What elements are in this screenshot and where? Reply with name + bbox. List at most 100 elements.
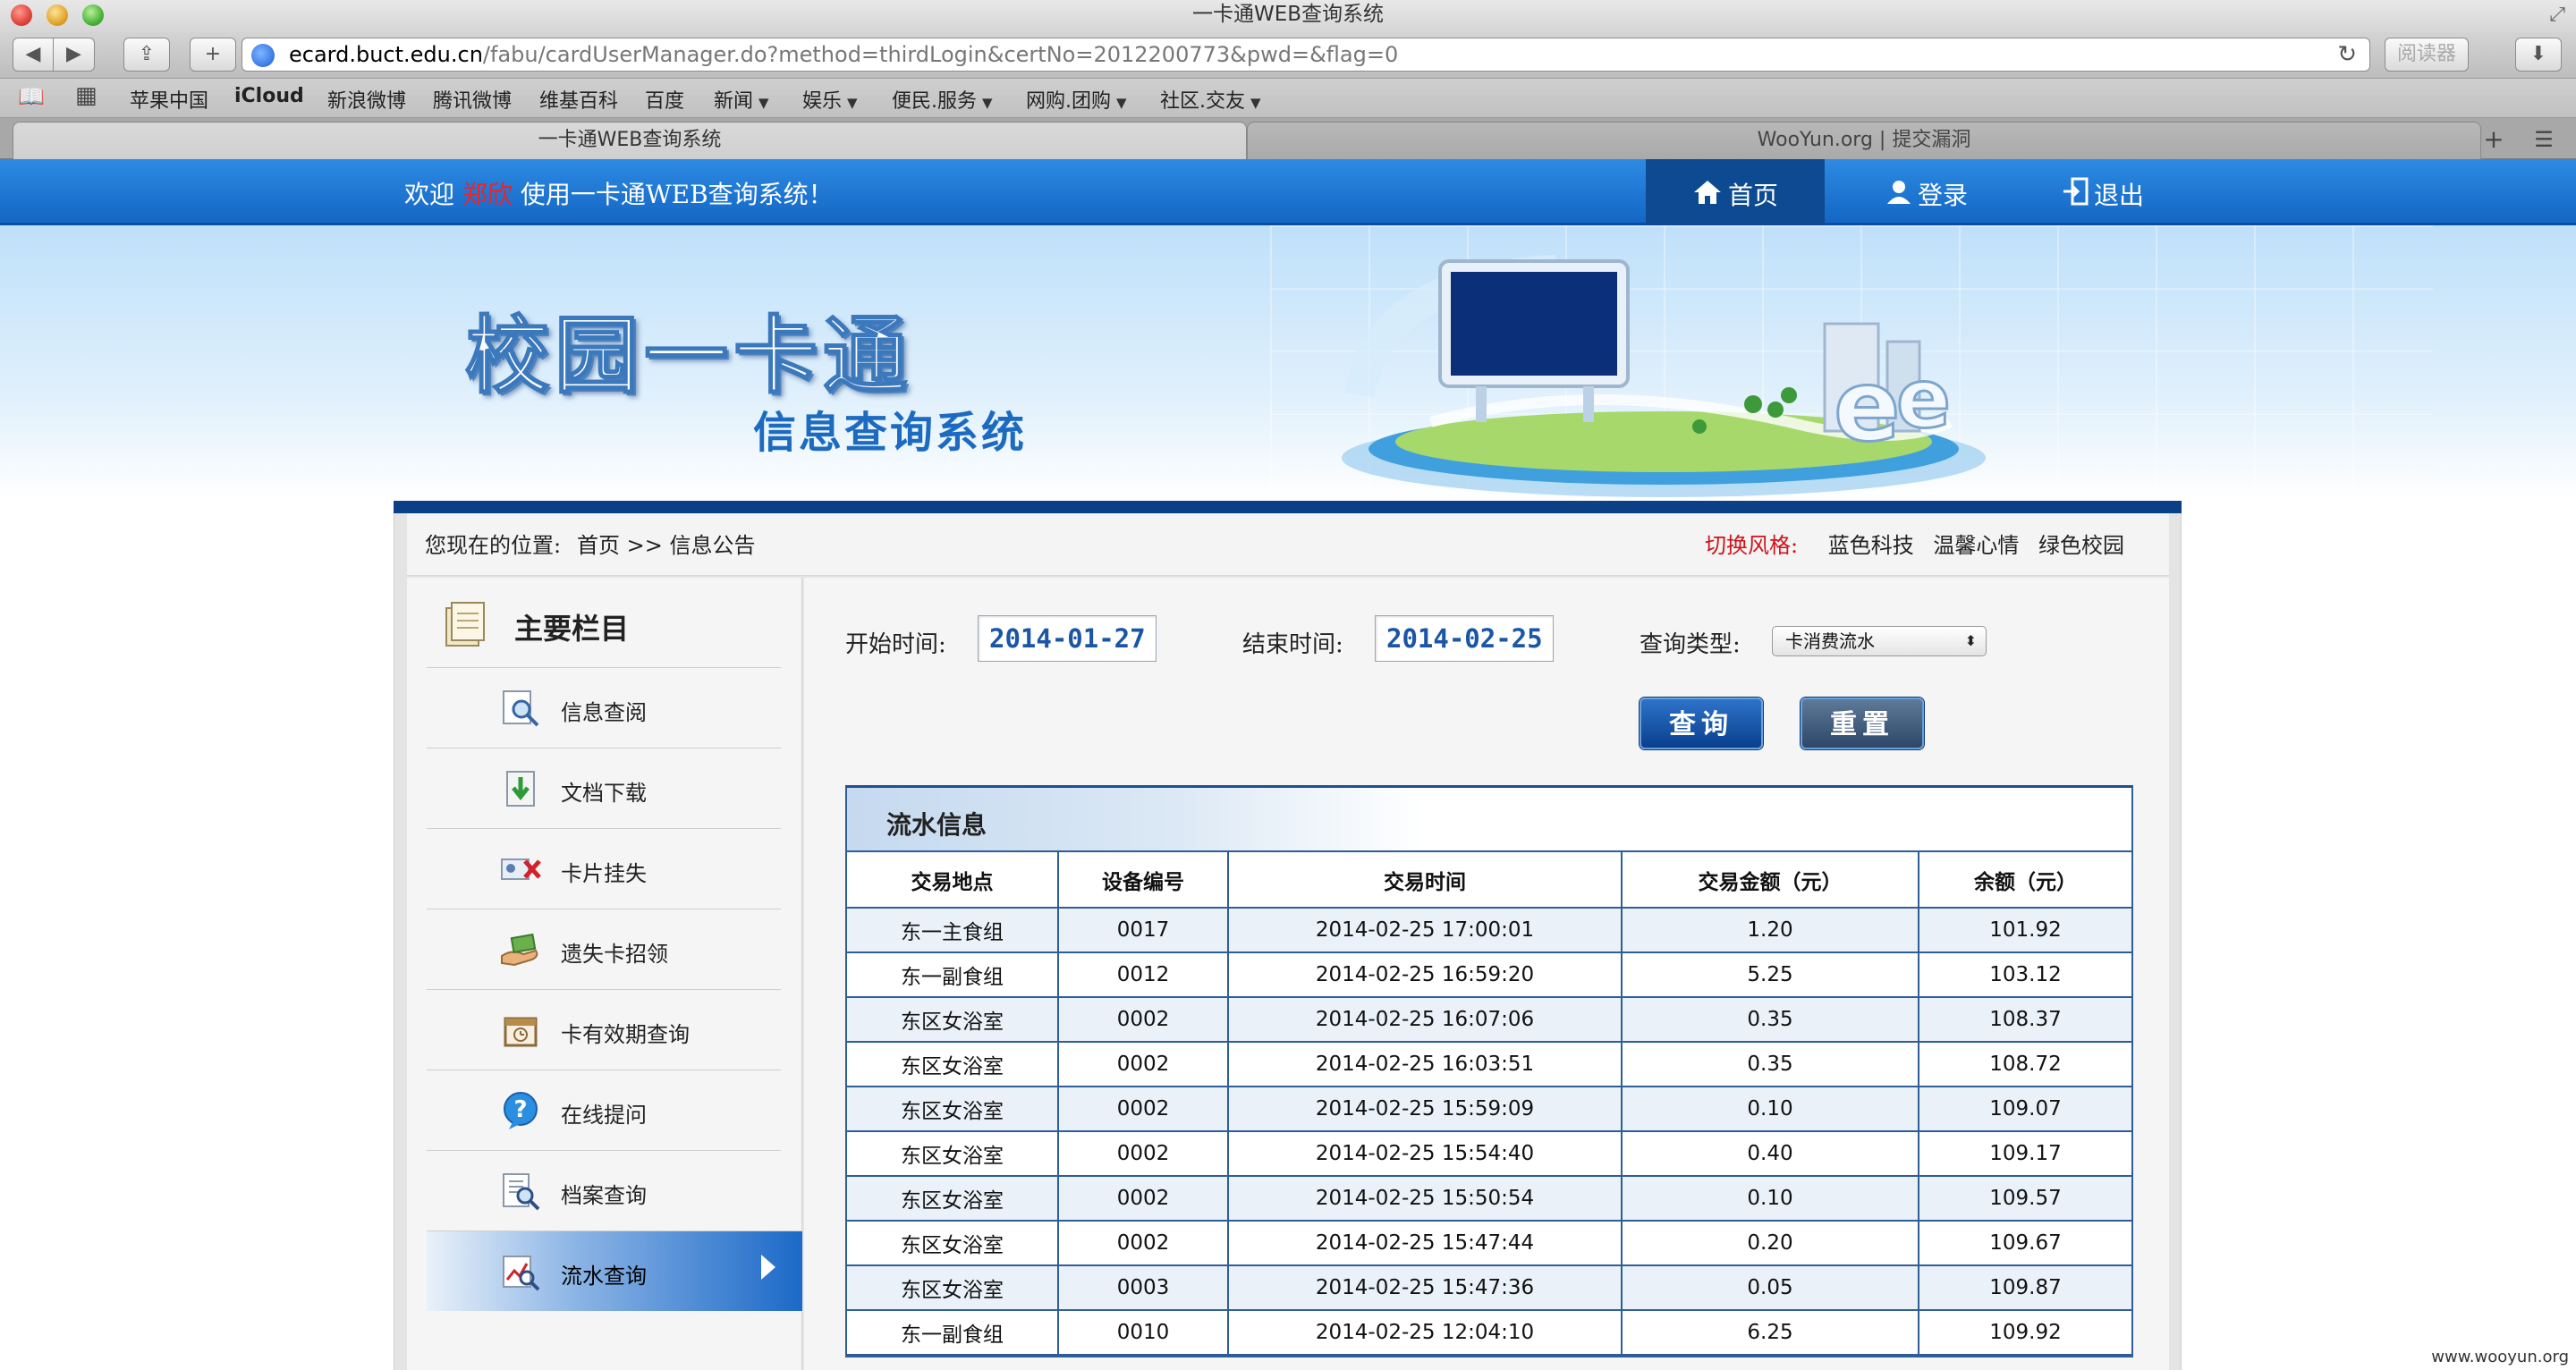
query-type-select[interactable]: 卡消费流水 ⬍ <box>1772 626 1987 656</box>
style-option-green[interactable]: 绿色校园 <box>2038 533 2124 558</box>
banner-subtitle: 信息查询系统 <box>753 408 1028 458</box>
cell-place: 东一主食组 <box>847 908 1059 953</box>
nav-login[interactable]: 登录 <box>1864 159 1989 225</box>
bookmark-folder-label: 便民.服务 <box>892 90 977 113</box>
bookmark-folder[interactable]: 新闻 ▼ <box>714 85 769 114</box>
dropdown-caret-icon: ▼ <box>758 95 769 111</box>
logout-icon <box>2063 177 2089 206</box>
card-cancel-icon <box>501 858 541 880</box>
style-option-blue[interactable]: 蓝色科技 <box>1828 533 1914 558</box>
bookmarks-bar: 📖 ▦ 苹果中国 iCloud 新浪微博 腾讯微博 维基百科 百度 新闻 ▼ 娱乐… <box>0 79 2576 118</box>
calendar-icon <box>504 1017 538 1047</box>
bookmark-item[interactable]: 维基百科 <box>539 85 618 114</box>
svg-text:?: ? <box>513 1096 527 1123</box>
downloads-button[interactable]: ⬇ <box>2515 38 2562 72</box>
flow-table-title: 流水信息 <box>886 810 987 840</box>
cell-amount: 5.25 <box>1622 952 1919 998</box>
sidebar-item-doc-download[interactable]: 文档下载 <box>427 748 781 828</box>
reset-button[interactable]: 重置 <box>1801 698 1924 749</box>
column-header: 余额（元） <box>1919 852 2131 909</box>
table-row: 东区女浴室 0002 2014-02-25 16:07:06 0.35 108.37 <box>847 997 2131 1043</box>
cell-amount: 0.35 <box>1622 1042 1919 1087</box>
table-row: 东区女浴室 0002 2014-02-25 15:50:54 0.10 109.57 <box>847 1176 2131 1222</box>
new-tab-button[interactable]: + <box>2469 123 2519 157</box>
table-row: 东区女浴室 0002 2014-02-25 15:47:44 0.20 109.67 <box>847 1221 2131 1266</box>
cell-time: 2014-02-25 16:03:51 <box>1228 1042 1623 1087</box>
close-window-button[interactable] <box>11 4 32 26</box>
sidebar-item-archive-query[interactable]: 档案查询 <box>427 1150 781 1230</box>
share-button[interactable]: ⇪ <box>123 38 170 72</box>
cell-place: 东一副食组 <box>847 952 1059 998</box>
sidebar-title: 主要栏目 <box>514 612 630 646</box>
column-header: 交易时间 <box>1228 852 1623 909</box>
fullscreen-icon[interactable]: ⤢ <box>2549 4 2565 26</box>
start-date-input[interactable]: 2014-01-27 <box>978 615 1157 662</box>
table-row: 东一副食组 0012 2014-02-25 16:59:20 5.25 103.12 <box>847 952 2131 998</box>
sidebar-item-flow-query[interactable]: 流水查询 <box>427 1230 802 1311</box>
tab-overview-icon[interactable]: ☰ <box>2519 123 2569 157</box>
back-button[interactable]: ◀ <box>13 38 54 72</box>
bookmark-item[interactable]: iCloud <box>234 85 304 107</box>
top-sites-icon[interactable]: ▦ <box>75 82 97 109</box>
sidebar: 主要栏目 信息查阅 文档下载 卡片挂失 遗失卡招领 卡有效期查询 ? 在线提问 <box>407 578 802 1370</box>
cell-device: 0010 <box>1058 1310 1229 1356</box>
tab-wooyun[interactable]: WooYun.org | 提交漏洞 <box>1247 122 2481 159</box>
content-area: 您现在的位置: 首页 >> 信息公告 切换风格: 蓝色科技 温馨心情 绿色校园 … <box>394 513 2182 1370</box>
nav-home[interactable]: 首页 <box>1646 159 1825 225</box>
bookmark-item[interactable]: 腾讯微博 <box>433 85 512 114</box>
bookmark-item[interactable]: 新浪微博 <box>327 85 406 114</box>
bookmark-folder[interactable]: 便民.服务 ▼ <box>892 85 993 114</box>
flow-table-body: 东一主食组 0017 2014-02-25 17:00:01 1.20 101.92 东一… <box>847 908 2131 1356</box>
address-bar[interactable]: ecard.buct.edu.cn/fabu/cardUserManager.d… <box>242 38 2370 72</box>
sidebar-item-info-browse[interactable]: 信息查阅 <box>427 667 781 748</box>
add-bookmark-button[interactable]: + <box>190 38 236 72</box>
sidebar-item-label: 遗失卡招领 <box>561 942 668 967</box>
reading-list-icon[interactable]: 📖 <box>18 84 45 109</box>
table-header-row: 交易地点 设备编号 交易时间 交易金额（元） 余额（元） <box>847 852 2131 909</box>
end-date-input[interactable]: 2014-02-25 <box>1375 615 1554 662</box>
cell-amount: 1.20 <box>1622 908 1919 953</box>
reload-icon[interactable]: ↻ <box>2337 38 2357 71</box>
breadcrumb[interactable]: 首页 >> 信息公告 <box>577 513 755 578</box>
cell-time: 2014-02-25 15:47:44 <box>1228 1221 1623 1266</box>
column-header: 交易地点 <box>847 852 1059 909</box>
tab-ecard[interactable]: 一卡通WEB查询系统 <box>13 122 1247 159</box>
cell-place: 东区女浴室 <box>847 1176 1059 1222</box>
bookmark-folder[interactable]: 娱乐 ▼ <box>802 85 858 114</box>
cell-device: 0002 <box>1058 1042 1229 1087</box>
sidebar-item-card-loss[interactable]: 卡片挂失 <box>427 828 781 909</box>
bookmark-folder[interactable]: 网购.团购 ▼ <box>1026 85 1127 114</box>
dropdown-caret-icon: ▼ <box>847 95 858 111</box>
minimize-window-button[interactable] <box>47 4 68 26</box>
welcome-prefix: 欢迎 <box>404 180 455 209</box>
sidebar-item-lost-card[interactable]: 遗失卡招领 <box>427 909 781 989</box>
query-type-label: 查询类型: <box>1640 631 1741 658</box>
end-time-label: 结束时间: <box>1242 631 1343 658</box>
cell-amount: 0.20 <box>1622 1221 1919 1266</box>
campus-illustration: e e <box>1342 255 1986 497</box>
cell-place: 东区女浴室 <box>847 997 1059 1043</box>
search-doc-icon <box>503 690 539 727</box>
cell-amount: 6.25 <box>1622 1310 1919 1356</box>
sidebar-item-online-question[interactable]: ? 在线提问 <box>427 1070 781 1150</box>
style-option-warm[interactable]: 温馨心情 <box>1933 533 2019 558</box>
cell-place: 东区女浴室 <box>847 1131 1059 1177</box>
zoom-window-button[interactable] <box>82 4 104 26</box>
download-doc-icon <box>506 771 535 807</box>
reader-button[interactable]: 阅读器 <box>2385 38 2469 72</box>
select-arrows-icon: ⬍ <box>1964 632 1977 649</box>
sidebar-item-card-validity[interactable]: 卡有效期查询 <box>427 989 781 1070</box>
cell-place: 东区女浴室 <box>847 1221 1059 1266</box>
nav-logout[interactable]: 退出 <box>2045 159 2161 225</box>
cell-time: 2014-02-25 15:54:40 <box>1228 1131 1623 1177</box>
content-top-bar <box>394 501 2182 513</box>
table-row: 东区女浴室 0002 2014-02-25 15:59:09 0.10 109.07 <box>847 1087 2131 1132</box>
table-row: 东一主食组 0017 2014-02-25 17:00:01 1.20 101.92 <box>847 908 2131 953</box>
query-button[interactable]: 查询 <box>1640 698 1763 749</box>
bookmark-folder[interactable]: 社区.交友 ▼ <box>1160 85 1261 114</box>
notebook-icon <box>445 602 485 647</box>
dropdown-caret-icon: ▼ <box>1116 95 1127 111</box>
bookmark-item[interactable]: 百度 <box>645 85 684 114</box>
bookmark-item[interactable]: 苹果中国 <box>130 85 208 114</box>
forward-button[interactable]: ▶ <box>54 38 95 72</box>
